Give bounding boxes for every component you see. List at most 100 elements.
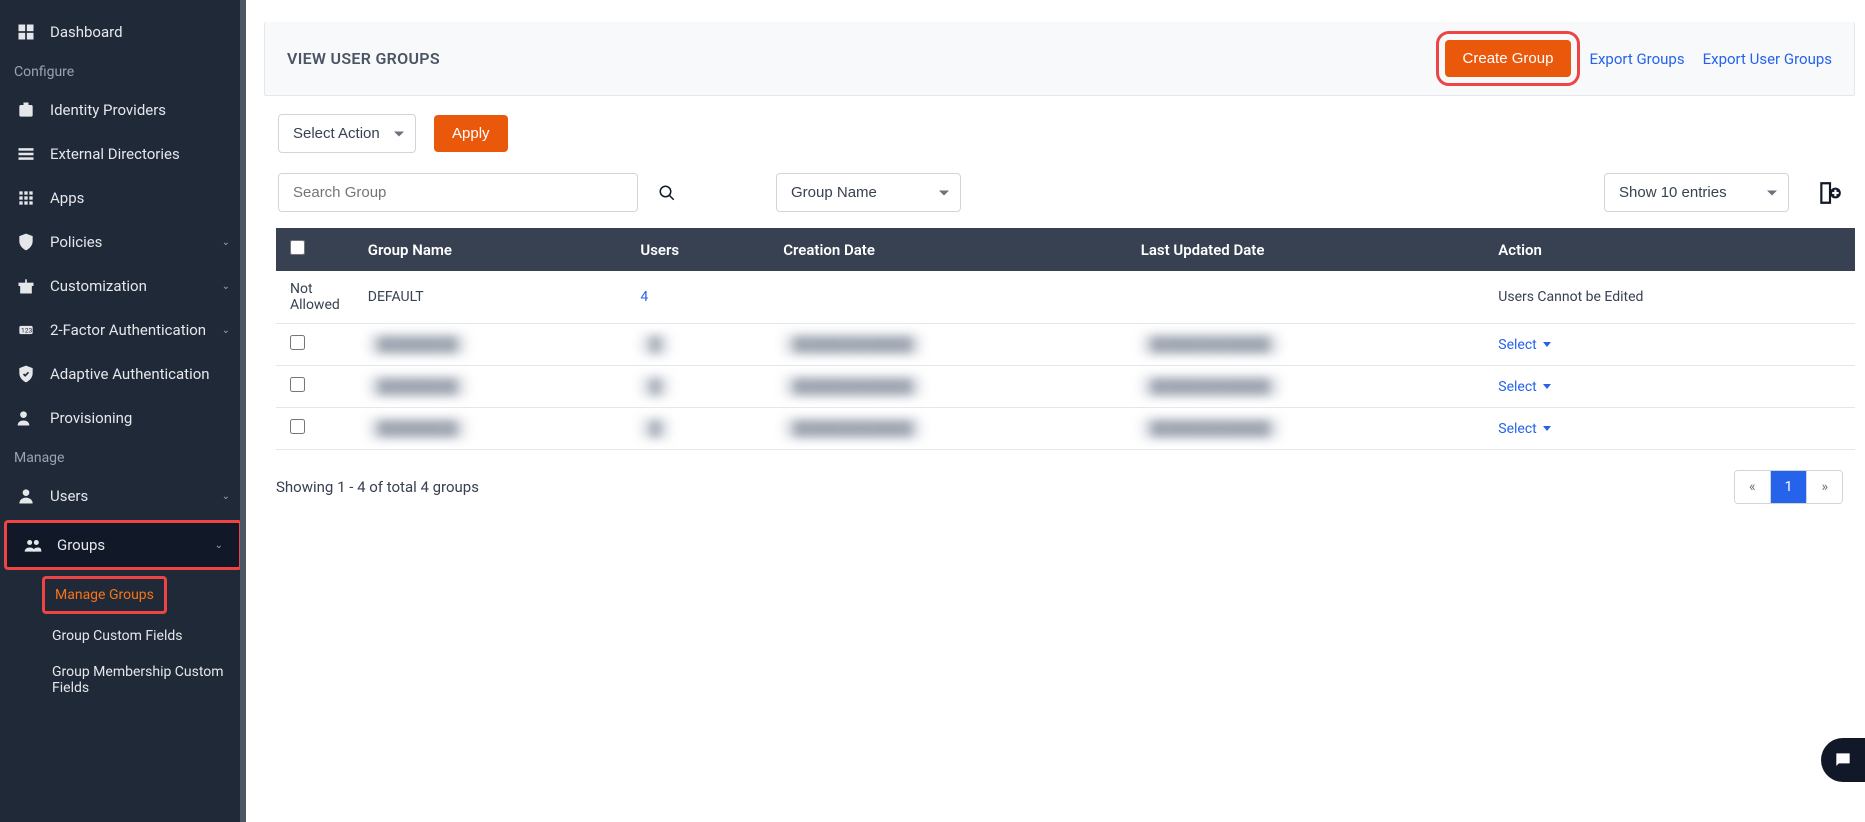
row-checkbox[interactable]: [290, 335, 305, 350]
sidebar-label: Policies: [50, 233, 102, 251]
cell-group-name: ████████: [354, 408, 627, 450]
add-column-icon[interactable]: [1817, 180, 1843, 206]
entries-dropdown[interactable]: Show 10 entries: [1604, 173, 1789, 212]
header-actions: Create Group Export Groups Export User G…: [1445, 40, 1832, 77]
dashboard-icon: [16, 22, 36, 42]
row-checkbox[interactable]: [290, 377, 305, 392]
sidebar-item-2fa[interactable]: 123 2-Factor Authentication ⌄: [0, 308, 246, 352]
bulk-action-row: Select Action Apply: [256, 96, 1865, 153]
sidebar-label: Dashboard: [50, 23, 123, 41]
cell-action: Select: [1484, 366, 1855, 408]
cell-updated: [1127, 271, 1485, 324]
table-footer: Showing 1 - 4 of total 4 groups « 1 »: [246, 450, 1865, 514]
sidebar: Dashboard Configure Identity Providers E…: [0, 0, 246, 822]
col-group-name[interactable]: Group Name: [354, 228, 627, 271]
sidebar-sub-group-membership-fields[interactable]: Group Membership Custom Fields: [42, 654, 246, 706]
row-action-select[interactable]: Select: [1498, 421, 1550, 437]
caret-down-icon: [1543, 426, 1551, 431]
row-checkbox[interactable]: [290, 419, 305, 434]
cell-users: █: [626, 408, 769, 450]
row-action-select[interactable]: Select: [1498, 337, 1550, 353]
sidebar-label: Identity Providers: [50, 101, 166, 119]
page-header: VIEW USER GROUPS Create Group Export Gro…: [264, 22, 1855, 96]
list-icon: [16, 144, 36, 164]
sidebar-item-users[interactable]: Users ⌄: [0, 474, 246, 518]
select-all-checkbox[interactable]: [290, 240, 305, 255]
sidebar-groups-submenu: Manage Groups Group Custom Fields Group …: [0, 572, 246, 706]
table-row: █████████████████████████████████Select: [276, 408, 1855, 450]
cell-updated: ████████████: [1127, 366, 1485, 408]
gift-icon: [16, 276, 36, 296]
sidebar-sub-manage-groups[interactable]: Manage Groups: [42, 576, 167, 614]
col-creation[interactable]: Creation Date: [769, 228, 1127, 271]
table-row: Not AllowedDEFAULT4Users Cannot be Edite…: [276, 271, 1855, 324]
chevron-down-icon: ⌄: [222, 281, 230, 292]
sidebar-item-extdir[interactable]: External Directories: [0, 132, 246, 176]
sidebar-item-customization[interactable]: Customization ⌄: [0, 264, 246, 308]
cell-updated: ████████████: [1127, 324, 1485, 366]
create-group-button[interactable]: Create Group: [1445, 40, 1572, 77]
cell-action: Select: [1484, 324, 1855, 366]
apply-button[interactable]: Apply: [434, 115, 508, 152]
cell-group-name: DEFAULT: [354, 271, 627, 324]
col-updated[interactable]: Last Updated Date: [1127, 228, 1485, 271]
sidebar-item-policies[interactable]: Policies ⌄: [0, 220, 246, 264]
users-sync-icon: [16, 408, 36, 428]
sidebar-label: Apps: [50, 189, 84, 207]
sidebar-item-groups[interactable]: Groups ⌄: [4, 520, 242, 570]
cell-creation: [769, 271, 1127, 324]
sidebar-item-adaptive[interactable]: Adaptive Authentication: [0, 352, 246, 396]
cell-group-name: ████████: [354, 324, 627, 366]
sidebar-item-provisioning[interactable]: Provisioning: [0, 396, 246, 440]
filter-by-dropdown[interactable]: Group Name: [776, 173, 961, 212]
cell-creation: ████████████: [769, 324, 1127, 366]
badge-icon: [16, 100, 36, 120]
sidebar-label: Groups: [57, 536, 105, 554]
pager-prev[interactable]: «: [1735, 471, 1771, 503]
apps-icon: [16, 188, 36, 208]
groups-table: Group Name Users Creation Date Last Upda…: [276, 228, 1855, 450]
chat-floating-button[interactable]: [1821, 738, 1865, 782]
sidebar-label: 2-Factor Authentication: [50, 321, 206, 339]
cell-creation: ████████████: [769, 366, 1127, 408]
pager-page-1[interactable]: 1: [1771, 471, 1808, 503]
main-content: VIEW USER GROUPS Create Group Export Gro…: [246, 0, 1865, 822]
col-action: Action: [1484, 228, 1855, 271]
col-users[interactable]: Users: [626, 228, 769, 271]
sidebar-label: Provisioning: [50, 409, 132, 427]
shield-check-icon: [16, 364, 36, 384]
row-checkbox-disabled: Not Allowed: [276, 271, 354, 324]
sidebar-label: Adaptive Authentication: [50, 365, 210, 383]
export-user-groups-link[interactable]: Export User Groups: [1703, 50, 1832, 68]
search-icon[interactable]: [658, 184, 676, 202]
cell-group-name: ████████: [354, 366, 627, 408]
cell-users[interactable]: 4: [626, 271, 769, 324]
table-row: █████████████████████████████████Select: [276, 324, 1855, 366]
cell-action: Select: [1484, 408, 1855, 450]
sidebar-item-dashboard[interactable]: Dashboard: [0, 10, 246, 54]
pager-next[interactable]: »: [1807, 471, 1842, 503]
sidebar-section-configure: Configure: [0, 54, 246, 88]
sidebar-item-apps[interactable]: Apps: [0, 176, 246, 220]
sidebar-label: Customization: [50, 277, 147, 295]
group-icon: [23, 535, 43, 555]
sidebar-item-idp[interactable]: Identity Providers: [0, 88, 246, 132]
page-title: VIEW USER GROUPS: [287, 49, 440, 68]
caret-down-icon: [1543, 342, 1551, 347]
search-row: Group Name Show 10 entries: [256, 153, 1865, 224]
cell-users: █: [626, 366, 769, 408]
search-input[interactable]: [278, 173, 638, 212]
sidebar-sub-group-custom-fields[interactable]: Group Custom Fields: [42, 618, 246, 654]
sidebar-label: External Directories: [50, 145, 180, 163]
chevron-down-icon: ⌄: [222, 237, 230, 248]
shield-icon: [16, 232, 36, 252]
pagination: « 1 »: [1734, 470, 1843, 504]
chevron-down-icon: ⌄: [222, 491, 230, 502]
user-icon: [16, 486, 36, 506]
select-action-dropdown[interactable]: Select Action: [278, 114, 416, 153]
export-groups-link[interactable]: Export Groups: [1589, 50, 1684, 68]
table-header-row: Group Name Users Creation Date Last Upda…: [276, 228, 1855, 271]
sidebar-scrollbar[interactable]: [240, 0, 246, 822]
pin-icon: 123: [16, 320, 36, 340]
row-action-select[interactable]: Select: [1498, 379, 1550, 395]
